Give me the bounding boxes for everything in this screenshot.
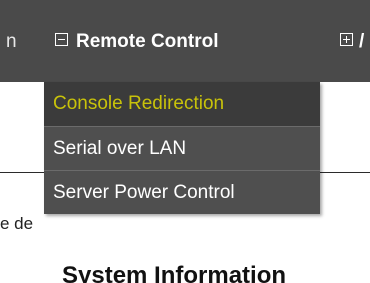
top-menu-bar: n Remote Control /	[0, 0, 370, 82]
section-heading: System Information	[62, 262, 287, 283]
dropdown-item-console-redirection[interactable]: Console Redirection	[44, 82, 320, 126]
menu-item-next-label: /	[359, 31, 365, 52]
minus-box-icon	[55, 33, 68, 47]
page: n Remote Control / e de System Informati…	[0, 0, 370, 283]
dropdown-item-server-power-control[interactable]: Server Power Control	[44, 170, 320, 214]
dropdown-item-serial-over-lan[interactable]: Serial over LAN	[44, 126, 320, 170]
partial-body-text: e de	[0, 214, 34, 233]
menu-item-previous-label: n	[6, 31, 17, 52]
menu-item-remote-control-label: Remote Control	[76, 31, 219, 52]
menu-item-next[interactable]: /	[340, 28, 364, 56]
menu-item-previous[interactable]: n	[6, 28, 17, 56]
remote-control-dropdown: Console Redirection Serial over LAN Serv…	[44, 82, 320, 214]
plus-box-icon	[340, 33, 353, 47]
menu-item-remote-control[interactable]: Remote Control	[55, 28, 219, 56]
